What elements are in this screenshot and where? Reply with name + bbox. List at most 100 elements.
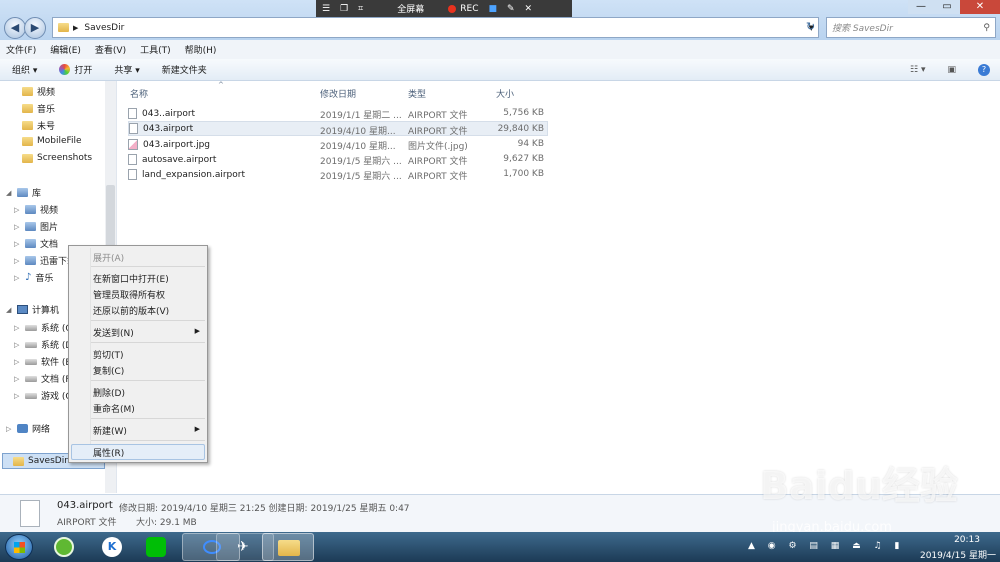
file-row[interactable]: autosave.airport 2019/1/5 星期六 ... AIRPOR… (128, 152, 548, 167)
nav-label: 未号 (37, 122, 56, 132)
file-size: 1,700 KB (503, 169, 544, 179)
menu-item-delete[interactable]: 删除(D) (93, 386, 125, 399)
file-row[interactable]: 043..airport 2019/1/1 星期二 ... AIRPORT 文件… (128, 106, 548, 121)
folder-icon (22, 121, 33, 130)
column-header-size[interactable]: 大小 (496, 87, 514, 100)
collapse-arrow-icon[interactable]: ▷ (14, 324, 21, 332)
nav-item-computer[interactable]: ◢ 计算机 (6, 303, 59, 316)
menu-tools[interactable]: 工具(T) (140, 43, 171, 56)
folder-icon (13, 456, 24, 466)
collapse-arrow-icon[interactable]: ▷ (14, 206, 21, 214)
collapse-arrow-icon[interactable]: ▷ (14, 375, 21, 383)
refresh-button[interactable]: ↻ (806, 20, 815, 33)
chevron-right-icon[interactable]: ▶ (73, 24, 78, 32)
menu-item-new[interactable]: 新建(W) (93, 424, 127, 437)
search-icon[interactable]: ⚲ (983, 23, 990, 33)
nav-item-mobilefile[interactable]: MobileFile (22, 136, 82, 146)
file-name: land_expansion.airport (142, 169, 245, 180)
file-type: AIRPORT 文件 (408, 127, 468, 137)
network-icon (17, 424, 28, 433)
menu-item-properties[interactable]: 属性(R) (93, 446, 124, 459)
collapse-arrow-icon[interactable]: ▷ (6, 425, 13, 433)
nav-item-lib-documents[interactable]: ▷ 文档 (14, 237, 58, 250)
file-icon (128, 169, 137, 180)
close-button[interactable]: ✕ (960, 0, 1000, 14)
pen-icon[interactable]: ✎ (507, 4, 515, 14)
command-bar: 组织 ▾ 打开 共享 ▾ 新建文件夹 ☷ ▾ ▣ ? (0, 59, 1000, 81)
minimize-button[interactable]: — (908, 0, 934, 14)
collapse-arrow-icon[interactable]: ▷ (14, 274, 21, 282)
back-button[interactable]: ◀ (4, 17, 26, 39)
menu-view[interactable]: 查看(V) (95, 43, 126, 56)
help-icon[interactable]: ? (978, 63, 990, 76)
nav-item-lib-pictures[interactable]: ▷ 图片 (14, 220, 58, 233)
collapse-arrow-icon[interactable]: ▷ (14, 240, 21, 248)
fullscreen-button[interactable]: 全屏幕 (397, 2, 424, 15)
menu-edit[interactable]: 编辑(E) (50, 43, 81, 56)
file-row[interactable]: 043.airport.jpg 2019/4/10 星期... 图片文件(.jp… (128, 137, 548, 152)
menu-item-open-new-window[interactable]: 在新窗口中打开(E) (93, 272, 169, 285)
watermark-brand: Baidu经验 (760, 464, 958, 508)
nav-item-lib-thunder[interactable]: ▷ 迅雷下载 (14, 254, 76, 267)
collapse-arrow-icon[interactable]: ▷ (14, 341, 21, 349)
nav-item-untitled[interactable]: 未号 (22, 119, 55, 132)
column-header-name[interactable]: 名称 (130, 87, 148, 100)
collapse-arrow-icon[interactable]: ▷ (14, 257, 21, 265)
preview-pane-icon[interactable]: ▣ (947, 65, 956, 75)
window-icon[interactable]: ❐ (340, 4, 348, 14)
context-menu: 展开(A) 在新窗口中打开(E) 管理员取得所有权 还原以前的版本(V) 发送到… (68, 245, 208, 463)
drive-icon (25, 375, 37, 382)
crop-icon[interactable]: ⌗ (358, 4, 363, 14)
file-row-selected[interactable]: 043.airport 2019/4/10 星期... AIRPORT 文件 2… (128, 121, 548, 137)
menu-icon[interactable]: ☰ (322, 4, 330, 14)
address-bar[interactable]: ▶ SavesDir ▼ (52, 17, 819, 38)
nav-item-music-fav[interactable]: 音乐 (22, 102, 55, 115)
menu-item-copy[interactable]: 复制(C) (93, 364, 124, 377)
column-header-type[interactable]: 类型 (408, 87, 426, 100)
menu-item-take-ownership[interactable]: 管理员取得所有权 (93, 288, 165, 301)
menu-help[interactable]: 帮助(H) (185, 43, 217, 56)
rec-button[interactable]: REC (460, 4, 478, 14)
file-row[interactable]: land_expansion.airport 2019/1/5 星期六 ... … (128, 167, 548, 182)
clock-date[interactable]: 2019/4/15 星期一 (920, 548, 996, 561)
search-input[interactable]: 搜索 SavesDir ⚲ (826, 17, 996, 38)
nav-item-network[interactable]: ▷ 网络 (6, 422, 50, 435)
forward-button[interactable]: ▶ (24, 17, 46, 39)
taskbar-app-iqiyi[interactable] (146, 537, 166, 557)
nav-item-libraries[interactable]: ◢ 库 (6, 186, 41, 199)
view-options-icon[interactable]: ☷ ▾ (910, 65, 925, 75)
start-button[interactable] (5, 534, 33, 560)
camera-icon[interactable]: ■ (488, 4, 497, 14)
menu-file[interactable]: 文件(F) (6, 43, 36, 56)
new-folder-button[interactable]: 新建文件夹 (162, 63, 207, 76)
large-file-icon (20, 500, 40, 527)
drive-icon (25, 358, 37, 365)
taskbar-app-360[interactable] (54, 537, 74, 557)
nav-item-lib-music[interactable]: ▷ ♪ 音乐 (14, 271, 53, 284)
menu-item-restore-versions[interactable]: 还原以前的版本(V) (93, 304, 169, 317)
expand-arrow-icon[interactable]: ◢ (6, 189, 13, 197)
share-button[interactable]: 共享 ▾ (114, 63, 139, 76)
maximize-button[interactable]: ▭ (934, 0, 960, 14)
clock-time[interactable]: 20:13 (954, 535, 980, 545)
nav-item-lib-videos[interactable]: ▷ 视频 (14, 203, 58, 216)
collapse-arrow-icon[interactable]: ▷ (14, 392, 21, 400)
menu-item-expand[interactable]: 展开(A) (93, 251, 124, 264)
menu-item-rename[interactable]: 重命名(M) (93, 402, 135, 415)
taskbar-app-explorer[interactable] (262, 533, 314, 561)
menu-item-properties-highlight[interactable] (71, 444, 205, 460)
nav-item-screenshots[interactable]: Screenshots (22, 153, 92, 163)
organize-button[interactable]: 组织 ▾ (12, 63, 37, 76)
collapse-arrow-icon[interactable]: ▷ (14, 358, 21, 366)
collapse-arrow-icon[interactable]: ▷ (14, 223, 21, 231)
taskbar-app-k[interactable]: K (102, 537, 122, 557)
close-recorder-icon[interactable]: ✕ (525, 4, 533, 14)
nav-item-videos-fav[interactable]: 视频 (22, 85, 55, 98)
title-bar: ☰ ❐ ⌗ 全屏幕 REC ■ ✎ ✕ — ▭ ✕ ◀ ▶ ▶ SavesDir… (0, 0, 1000, 40)
menu-item-send-to[interactable]: 发送到(N) (93, 326, 134, 339)
open-button[interactable]: 打开 (59, 63, 92, 76)
tray-icons[interactable]: ▲ ◉ ⚙ ▤ ▦ ⏏ ♫ ▮ (748, 541, 904, 551)
expand-arrow-icon[interactable]: ◢ (6, 306, 13, 314)
column-header-date[interactable]: 修改日期 (320, 87, 356, 100)
menu-item-cut[interactable]: 剪切(T) (93, 348, 124, 361)
